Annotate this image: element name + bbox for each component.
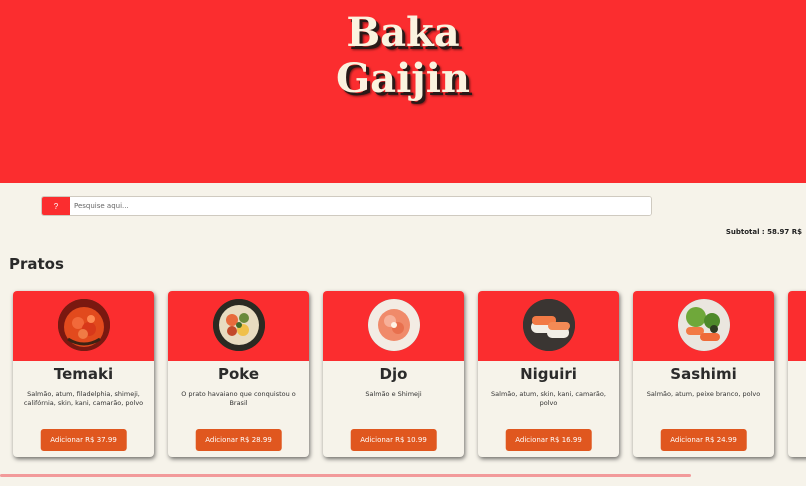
- product-description: Salmão, atum, filadelphia, shimeji, cali…: [23, 390, 144, 407]
- add-to-cart-button[interactable]: Adicionar R$ 28.99: [195, 429, 282, 451]
- product-description: Salmão e Shimeji: [365, 390, 422, 398]
- product-list: Temaki Salmão, atum, filadelphia, shimej…: [13, 291, 806, 457]
- brand-line-1: Baka: [346, 9, 460, 56]
- product-card: Sashimi Salmão, atum, peixe branco, polv…: [633, 291, 774, 457]
- card-header: [788, 291, 806, 361]
- search-button[interactable]: ?: [42, 197, 70, 215]
- product-description: Salmão, atum, skin, kani, camarão, polvo: [491, 390, 606, 407]
- product-card: Djo Salmão e Shimeji Adicionar R$ 10.99: [323, 291, 464, 457]
- card-header: [323, 291, 464, 361]
- product-card: Temaki Salmão, atum, filadelphia, shimej…: [13, 291, 154, 457]
- add-to-cart-button[interactable]: Adicionar R$ 37.99: [40, 429, 127, 451]
- product-name: Temaki: [53, 365, 114, 383]
- card-header: [13, 291, 154, 361]
- card-header: [168, 291, 309, 361]
- hero-banner: Baka Gaijin: [0, 0, 806, 183]
- brand-logo[interactable]: Baka Gaijin: [0, 10, 806, 102]
- product-card: Niguiri Salmão, atum, skin, kani, camarã…: [478, 291, 619, 457]
- section-title: Pratos: [9, 255, 64, 273]
- product-description: O prato havaiano que conquistou o Brasil: [181, 390, 296, 407]
- subtotal-label: Subtotal : 58.97 R$: [725, 228, 802, 236]
- product-name: Djo: [379, 365, 408, 383]
- card-header: [633, 291, 774, 361]
- search-input[interactable]: [70, 197, 651, 215]
- sashimi-image: [677, 299, 730, 351]
- add-to-cart-button[interactable]: Adicionar R$ 16.99: [505, 429, 592, 451]
- product-card-partial: [788, 291, 806, 457]
- poke-image: [212, 299, 265, 351]
- brand-line-2: Gaijin: [335, 55, 471, 102]
- product-description: Salmão, atum, peixe branco, polvo: [646, 390, 761, 398]
- temaki-image: [57, 299, 110, 351]
- card-header: [478, 291, 619, 361]
- add-to-cart-button[interactable]: Adicionar R$ 24.99: [660, 429, 747, 451]
- product-name: Poke: [217, 365, 260, 383]
- add-to-cart-button[interactable]: Adicionar R$ 10.99: [350, 429, 437, 451]
- product-card: Poke O prato havaiano que conquistou o B…: [168, 291, 309, 457]
- search-bar: ?: [41, 196, 652, 216]
- horizontal-scrollbar[interactable]: [0, 474, 691, 477]
- djo-image: [367, 299, 420, 351]
- product-name: Niguiri: [520, 365, 577, 383]
- product-name: Sashimi: [670, 365, 737, 383]
- niguiri-image: [522, 299, 575, 351]
